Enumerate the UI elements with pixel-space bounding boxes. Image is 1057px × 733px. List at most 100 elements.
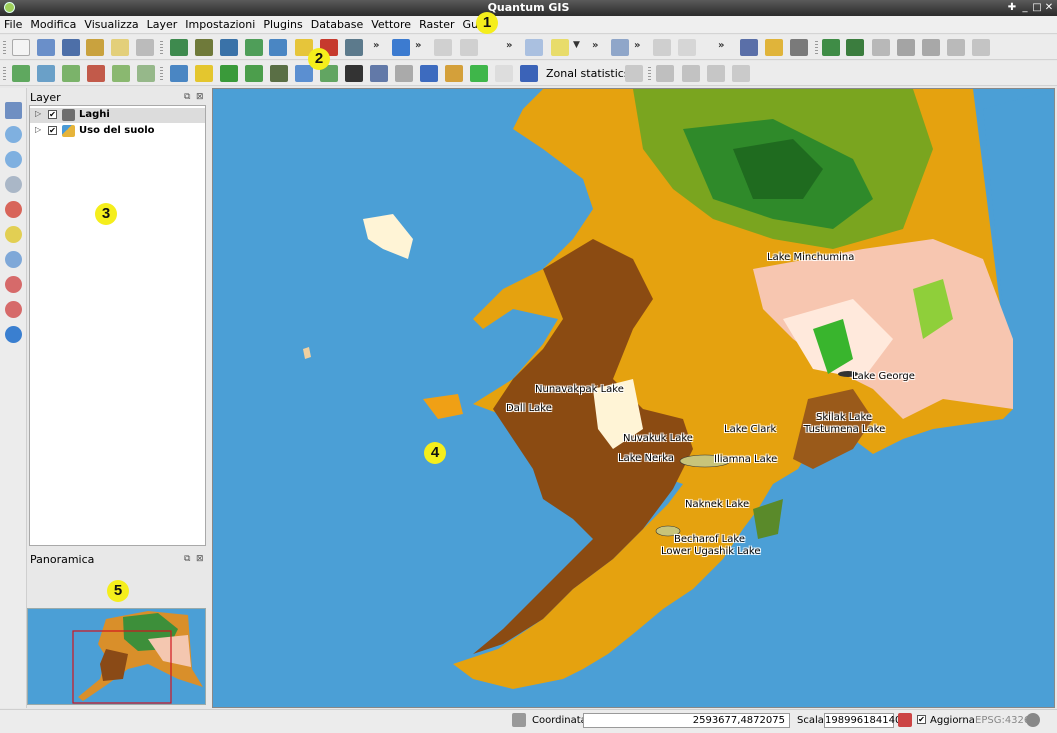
layer-row-uso-del-suolo[interactable]: ▷ ✔ Uso del suolo	[30, 124, 205, 139]
h2-icon[interactable]	[195, 65, 213, 82]
identify-icon[interactable]	[525, 39, 543, 56]
zoom-native-icon[interactable]	[5, 251, 22, 268]
pin-icon[interactable]: ✚	[1006, 2, 1018, 14]
close-window-button[interactable]: ✕	[1043, 2, 1055, 14]
toolbar-overflow-icon[interactable]: »	[415, 40, 421, 51]
plugin-c-icon[interactable]	[790, 39, 808, 56]
table-icon[interactable]	[170, 65, 188, 82]
add-layer-f-icon[interactable]	[137, 65, 155, 82]
open-project-icon[interactable]	[37, 39, 55, 56]
refresh-checkbox[interactable]: ✔	[917, 715, 926, 724]
zoom-full-icon[interactable]	[5, 201, 22, 218]
toolbar-overflow-icon[interactable]: »	[506, 40, 512, 51]
grass-edit-icon[interactable]	[872, 39, 890, 56]
zoom-in-icon[interactable]	[5, 126, 22, 143]
label-abc-icon[interactable]	[656, 65, 674, 82]
interpolation-icon[interactable]	[420, 65, 438, 82]
toolbar-grip[interactable]	[3, 67, 6, 80]
expand-arrow-icon[interactable]: ▷	[35, 109, 41, 118]
grass-open-icon[interactable]	[947, 39, 965, 56]
redo-icon[interactable]	[460, 39, 478, 56]
grass-shell-icon[interactable]	[220, 65, 238, 82]
change-label-icon[interactable]	[732, 65, 750, 82]
georeferencer-icon[interactable]	[295, 65, 313, 82]
add-spatialite-layer-icon[interactable]	[245, 39, 263, 56]
grass-tool-icon[interactable]	[822, 39, 840, 56]
plugin-a-icon[interactable]	[740, 39, 758, 56]
layer-visibility-checkbox[interactable]: ✔	[48, 110, 57, 119]
digitize-pencil-icon[interactable]	[392, 39, 410, 56]
add-raster-layer-icon[interactable]	[195, 39, 213, 56]
raster-calc-icon[interactable]	[370, 65, 388, 82]
crs-icon[interactable]	[1026, 713, 1040, 727]
grass-close-icon[interactable]	[972, 39, 990, 56]
toolbar-grip[interactable]	[160, 41, 163, 54]
menu-database[interactable]: Database	[311, 18, 364, 31]
dock-float-icon[interactable]: ⧉	[184, 554, 190, 564]
pan-hand-icon[interactable]	[5, 102, 22, 119]
truck-icon[interactable]	[520, 65, 538, 82]
terrain-icon[interactable]	[270, 65, 288, 82]
menu-raster[interactable]: Raster	[419, 18, 454, 31]
wfs-layer-icon[interactable]	[345, 39, 363, 56]
print-icon[interactable]	[136, 39, 154, 56]
menu-layer[interactable]: Layer	[147, 18, 178, 31]
dock-float-icon[interactable]: ⧉	[184, 92, 190, 102]
add-layer-b-icon[interactable]	[37, 65, 55, 82]
new-project-icon[interactable]	[12, 39, 30, 56]
minimize-button[interactable]: _	[1019, 2, 1031, 14]
add-postgis-layer-icon[interactable]	[220, 39, 238, 56]
menu-impostazioni[interactable]: Impostazioni	[185, 18, 255, 31]
zoom-select-icon[interactable]	[5, 176, 22, 193]
grass-settings-icon[interactable]	[922, 39, 940, 56]
toolbar-overflow-icon[interactable]: »	[373, 40, 379, 51]
layer-row-laghi[interactable]: ▷ ✔ Laghi	[30, 108, 205, 123]
zoom-layer-icon[interactable]	[5, 226, 22, 243]
undo-icon[interactable]	[434, 39, 452, 56]
toolbar-overflow-icon[interactable]: »	[718, 40, 724, 51]
menu-modifica[interactable]: Modifica	[30, 18, 76, 31]
crs-status[interactable]: EPSG:4326	[975, 715, 1030, 726]
grass-tools-icon[interactable]	[897, 39, 915, 56]
grass-region-icon[interactable]	[846, 39, 864, 56]
save-as-icon[interactable]	[86, 39, 104, 56]
toolbar-grip[interactable]	[648, 67, 651, 80]
overview-map[interactable]	[27, 608, 206, 705]
select-features-icon[interactable]	[551, 39, 569, 56]
add-wms-layer-icon[interactable]	[269, 39, 287, 56]
add-layer-a-icon[interactable]	[12, 65, 30, 82]
toolbar-grip[interactable]	[3, 41, 6, 54]
toolbar-overflow-icon[interactable]: »	[634, 40, 640, 51]
menu-vettore[interactable]: Vettore	[371, 18, 411, 31]
toolbar-grip[interactable]	[815, 41, 818, 54]
stop-render-icon[interactable]	[898, 713, 912, 727]
menu-visualizza[interactable]: Visualizza	[84, 18, 138, 31]
move-label-icon[interactable]	[682, 65, 700, 82]
toolbar-grip[interactable]	[160, 67, 163, 80]
3d-icon[interactable]	[245, 65, 263, 82]
coordinate-field[interactable]: 2593677,4872075	[583, 713, 790, 728]
dock-close-icon[interactable]: ⊠	[196, 554, 204, 564]
zoom-out-icon[interactable]	[5, 151, 22, 168]
save-project-icon[interactable]	[62, 39, 80, 56]
heatmap-icon[interactable]	[445, 65, 463, 82]
menu-file[interactable]: File	[4, 18, 22, 31]
expand-arrow-icon[interactable]: ▷	[35, 125, 41, 134]
chart-tool-icon[interactable]	[678, 39, 696, 56]
add-layer-c-icon[interactable]	[62, 65, 80, 82]
label-tool-icon[interactable]	[653, 39, 671, 56]
add-layer-d-icon[interactable]	[87, 65, 105, 82]
plugin-b-icon[interactable]	[765, 39, 783, 56]
menu-plugins[interactable]: Plugins	[263, 18, 302, 31]
spatial-query-icon[interactable]	[395, 65, 413, 82]
refresh-icon[interactable]	[5, 326, 22, 343]
coordinate-toggle-icon[interactable]	[512, 713, 526, 727]
leaf-icon[interactable]	[470, 65, 488, 82]
dock-close-icon[interactable]: ⊠	[196, 92, 204, 102]
zoom-next-icon[interactable]	[5, 301, 22, 318]
map-canvas[interactable]: Lake Minchumina Nunavakpak Lake Dall Lak…	[212, 88, 1055, 708]
layer-visibility-checkbox[interactable]: ✔	[48, 126, 57, 135]
scale-field[interactable]: 1989961841408	[824, 713, 908, 728]
rotate-label-icon[interactable]	[707, 65, 725, 82]
add-layer-e-icon[interactable]	[112, 65, 130, 82]
